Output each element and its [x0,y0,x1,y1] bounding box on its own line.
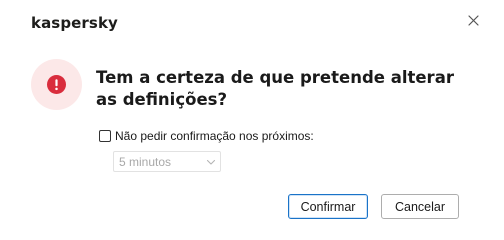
close-button[interactable] [464,11,482,29]
dont-ask-label: Não pedir confirmação nos próximos: [115,129,314,143]
confirmation-dialog: kaspersky Tem a certeza de que pretende … [0,0,504,240]
chevron-down-icon [206,159,216,165]
dialog-question: Tem a certeza de que pretende alterar as… [96,68,454,109]
duration-select[interactable]: 5 minutos [113,151,221,172]
dont-ask-checkbox-row[interactable]: Não pedir confirmação nos próximos: [99,129,314,143]
kaspersky-logo: kaspersky [31,14,118,32]
confirm-button[interactable]: Confirmar [288,194,368,219]
cancel-button[interactable]: Cancelar [381,194,459,219]
close-icon [467,14,479,26]
dont-ask-checkbox[interactable] [99,130,111,142]
alert-icon-container [31,59,82,110]
exclamation-circle-icon [47,75,66,94]
duration-select-value: 5 minutos [119,154,172,169]
